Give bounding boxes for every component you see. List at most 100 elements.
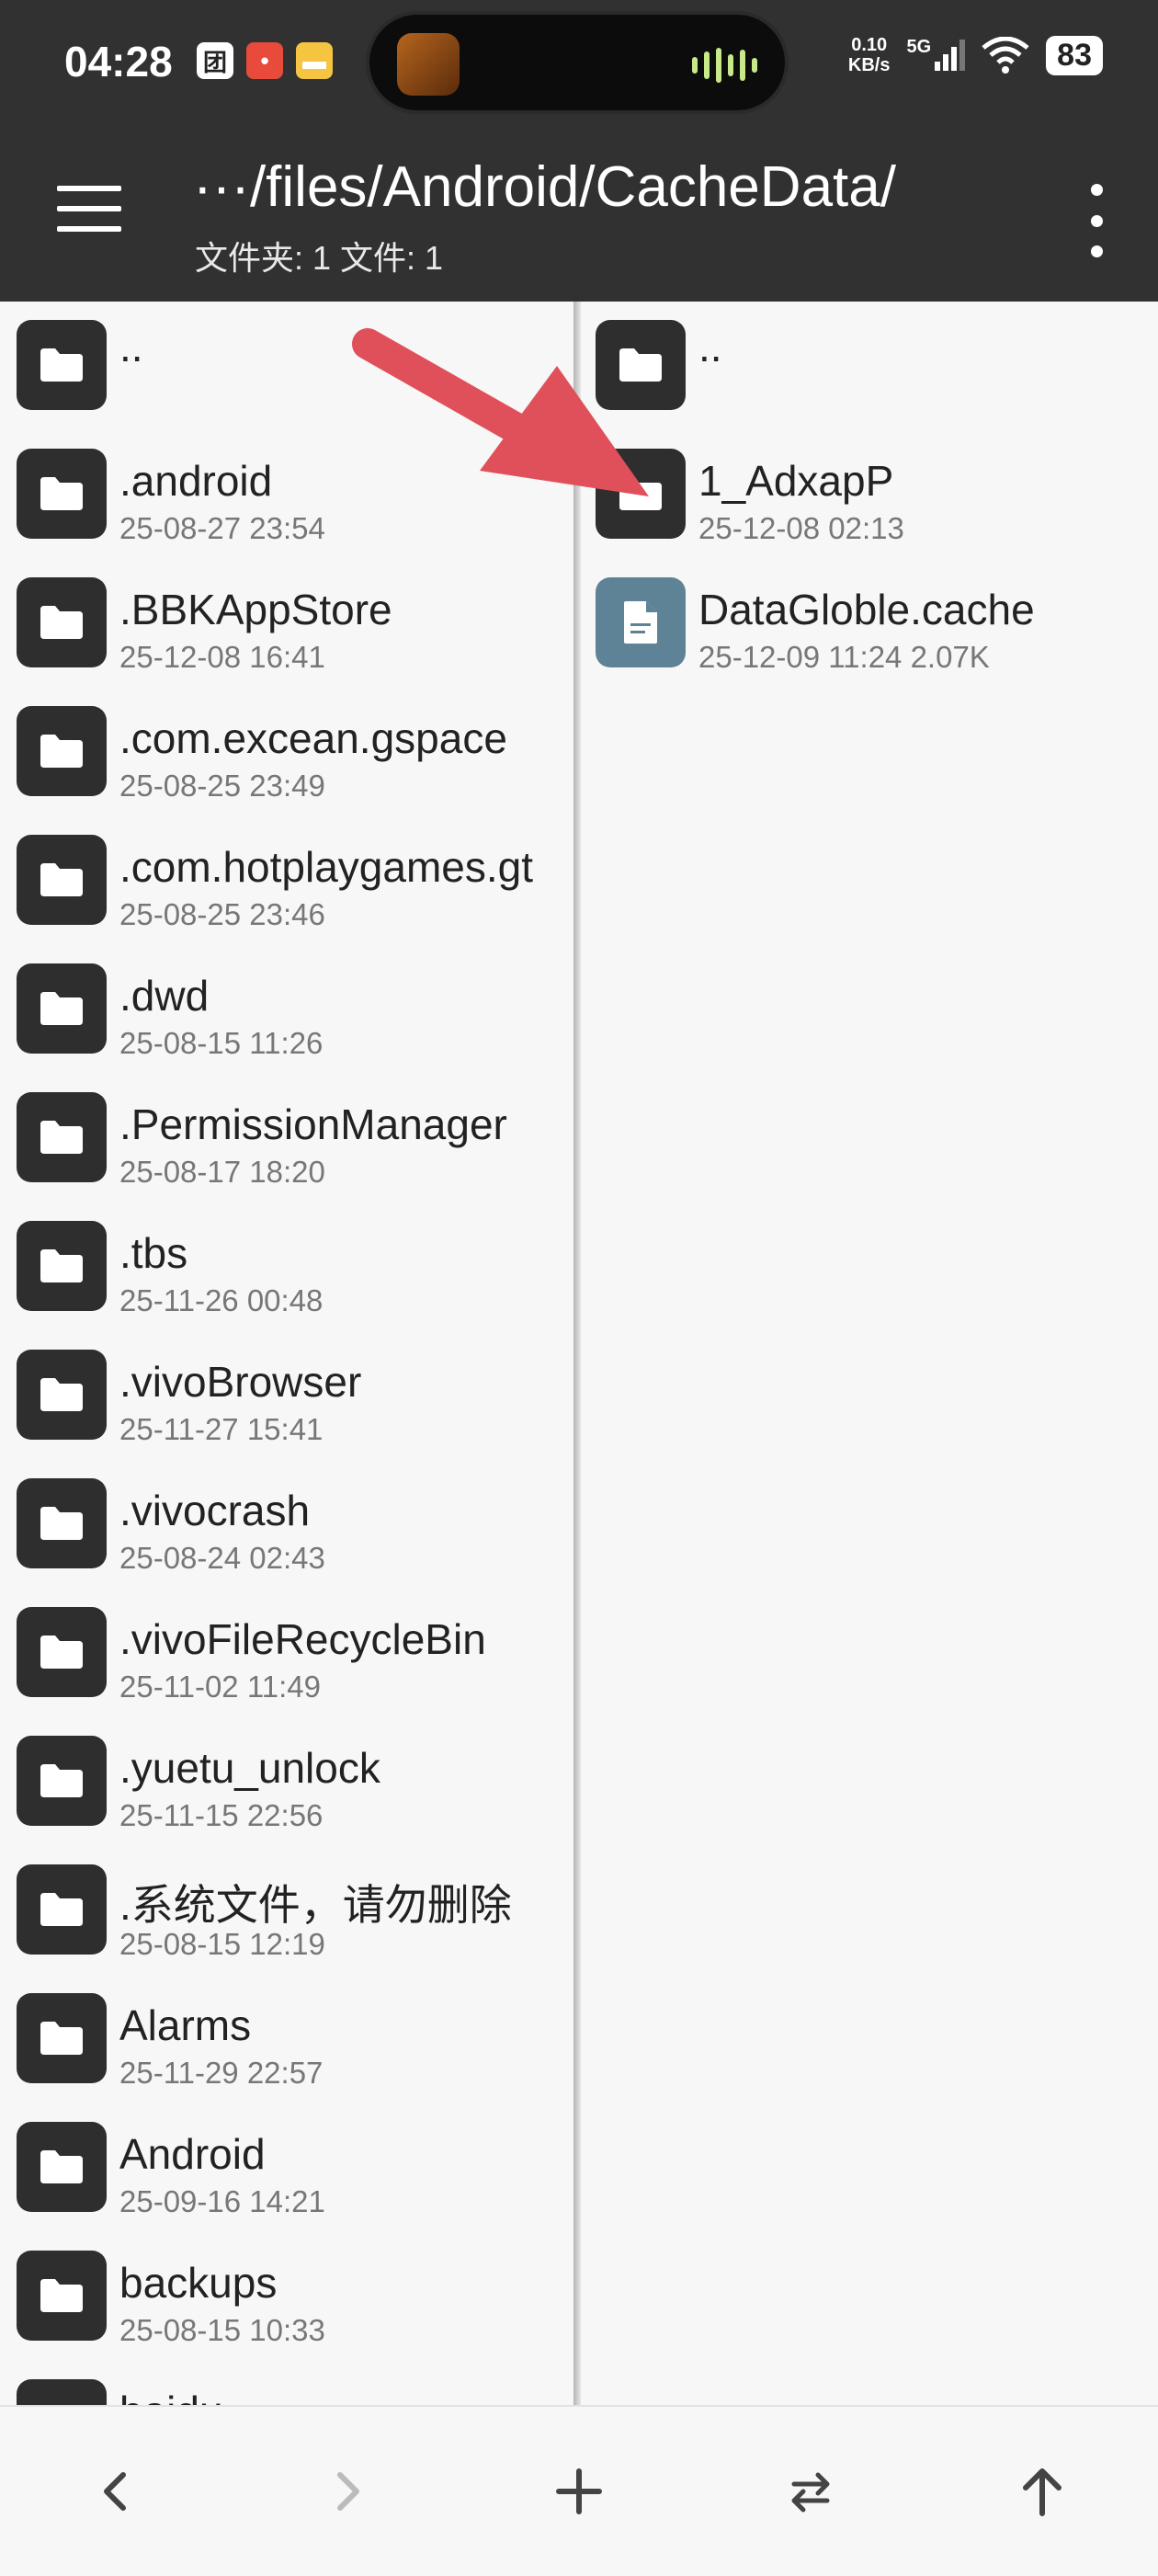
folder-icon: [17, 1607, 107, 1697]
folder-row[interactable]: backups 25-08-15 10:33: [0, 2232, 573, 2361]
folder-icon: [17, 835, 107, 925]
right-file-pane[interactable]: .. 1_AdxapP 25-12-08 02:13 DataGloble.cach…: [581, 302, 1158, 2405]
item-name: .android: [119, 457, 273, 505]
folder-row[interactable]: .vivocrash 25-08-24 02:43: [0, 1460, 573, 1589]
status-time: 04:28: [64, 38, 173, 85]
item-name: baidu: [119, 2387, 223, 2405]
menu-icon[interactable]: [57, 186, 121, 235]
folder-row[interactable]: .yuetu_unlock 25-11-15 22:56: [0, 1717, 573, 1846]
status-indicators: 0.10 KB/s 5G 83: [848, 35, 1103, 75]
folder-row[interactable]: .vivoBrowser 25-11-27 15:41: [0, 1331, 573, 1460]
folder-icon: [596, 320, 686, 410]
item-name: .tbs: [119, 1229, 188, 1277]
folder-icon: [17, 320, 107, 410]
folder-icon: [17, 1350, 107, 1440]
item-name: .vivoBrowser: [119, 1358, 362, 1406]
chevron-left-icon: [104, 2472, 126, 2511]
folder-icon: [17, 1864, 107, 1955]
plus-icon: [556, 2468, 602, 2514]
item-name: .com.hotplaygames.gt: [119, 843, 534, 891]
folder-row[interactable]: .BBKAppStore 25-12-08 16:41: [0, 559, 573, 688]
chevron-right-icon: [337, 2472, 359, 2511]
folder-row[interactable]: .com.excean.gspace 25-08-25 23:49: [0, 688, 573, 816]
current-path: ···/files/Android/CacheData/: [193, 155, 896, 219]
item-name: 1_AdxapP: [698, 457, 894, 505]
forward-button[interactable]: [301, 2453, 393, 2530]
item-meta: 25-09-16 14:21: [119, 2184, 325, 2218]
folder-icon: [17, 963, 107, 1054]
item-meta: 25-12-08 02:13: [698, 511, 904, 545]
item-meta: 25-08-15 10:33: [119, 2313, 325, 2347]
item-name: .dwd: [119, 972, 210, 1020]
item-name: .PermissionManager: [119, 1100, 507, 1148]
folder-row[interactable]: .tbs 25-11-26 00:48: [0, 1203, 573, 1331]
item-meta: 25-08-27 23:54: [119, 511, 325, 545]
folder-icon: [17, 1478, 107, 1568]
item-meta: 25-08-25 23:46: [119, 897, 325, 931]
bottom-toolbar: [0, 2405, 1158, 2576]
folder-icon: [17, 1092, 107, 1182]
folder-row[interactable]: .vivoFileRecycleBin 25-11-02 11:49: [0, 1589, 573, 1717]
folder-icon: [17, 577, 107, 667]
game-app-icon: [397, 33, 460, 96]
tuan-app-icon: 团: [197, 42, 233, 79]
item-meta: 25-11-27 15:41: [119, 1412, 324, 1446]
folder-icon: [17, 1221, 107, 1311]
item-meta: 25-11-02 11:49: [119, 1670, 321, 1704]
notes-app-icon: ▬: [296, 42, 333, 79]
item-meta: 25-08-24 02:43: [119, 1541, 325, 1575]
folder-icon: [17, 2251, 107, 2341]
folder-row[interactable]: 1_AdxapP 25-12-08 02:13: [581, 430, 1158, 559]
more-options-icon[interactable]: [1083, 184, 1110, 257]
status-app-icons: 团 • ▬: [197, 42, 333, 79]
item-meta: 25-08-25 23:49: [119, 769, 325, 803]
item-meta: 25-11-26 00:48: [119, 1283, 324, 1317]
folder-row[interactable]: .系统文件，请勿删除 25-08-15 12:19: [0, 1846, 573, 1975]
wifi-icon: [982, 37, 1029, 74]
parent-dir-row[interactable]: ..: [581, 302, 1158, 430]
net-speed: 0.10 KB/s: [847, 35, 891, 75]
folder-icon: [17, 2379, 107, 2405]
item-name: .com.excean.gspace: [119, 714, 507, 762]
item-name: .vivoFileRecycleBin: [119, 1615, 486, 1663]
dynamic-island[interactable]: [366, 11, 789, 114]
folder-row[interactable]: .android 25-08-27 23:54: [0, 430, 573, 559]
item-meta: 25-08-15 12:19: [119, 1927, 325, 1961]
parent-dir-label: ..: [119, 323, 143, 370]
up-directory-button[interactable]: [996, 2453, 1088, 2530]
file-icon: [596, 577, 686, 667]
swap-icon: [791, 2472, 830, 2513]
item-meta: 25-11-15 22:56: [119, 1798, 324, 1832]
back-button[interactable]: [70, 2453, 162, 2530]
item-name: .系统文件，请勿删除: [119, 1881, 512, 1929]
battery-indicator: 83: [1046, 35, 1103, 75]
swap-panes-button[interactable]: [765, 2453, 857, 2530]
folder-icon: [17, 2122, 107, 2212]
folder-row[interactable]: .PermissionManager 25-08-17 18:20: [0, 1074, 573, 1203]
item-name: .yuetu_unlock: [119, 1744, 380, 1792]
folder-icon: [17, 1993, 107, 2083]
folder-row[interactable]: baidu: [0, 2361, 573, 2405]
folder-row[interactable]: .com.hotplaygames.gt 25-08-25 23:46: [0, 816, 573, 945]
signal-icon: 5G: [906, 37, 966, 71]
app-bar: ···/files/Android/CacheData/ 文件夹: 1 文件: …: [0, 129, 1158, 302]
item-meta: 25-11-29 22:57: [119, 2056, 324, 2090]
file-row[interactable]: DataGloble.cache 25-12-09 11:24 2.07K: [581, 559, 1158, 688]
parent-dir-row[interactable]: ..: [0, 302, 573, 430]
folder-row[interactable]: .dwd 25-08-15 11:26: [0, 945, 573, 1074]
pane-divider[interactable]: [573, 302, 581, 2405]
add-button[interactable]: [533, 2453, 625, 2530]
news-app-icon: •: [246, 42, 283, 79]
item-meta: 25-08-17 18:20: [119, 1155, 325, 1189]
item-name: backups: [119, 2259, 278, 2307]
folder-icon: [17, 706, 107, 796]
audio-wave-icon: [692, 48, 757, 83]
folder-icon: [17, 449, 107, 539]
item-name: Android: [119, 2130, 266, 2178]
parent-dir-label: ..: [698, 323, 722, 370]
arrow-up-icon: [1023, 2468, 1062, 2516]
left-file-pane[interactable]: .. .android 25-08-27 23:54 .BBKAppStore 25-…: [0, 302, 573, 2405]
folder-row[interactable]: Android 25-09-16 14:21: [0, 2103, 573, 2232]
status-bar: 04:28 团 • ▬ 0.10 KB/s 5G 83: [0, 0, 1158, 129]
folder-row[interactable]: Alarms 25-11-29 22:57: [0, 1975, 573, 2103]
